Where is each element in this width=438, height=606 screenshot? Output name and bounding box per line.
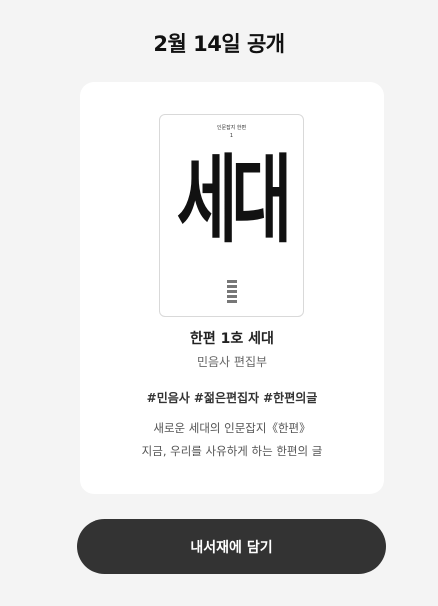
page-title: 2월 14일 공개 [153,32,285,56]
tag-item[interactable]: #한편의글 [263,391,317,405]
tag-item[interactable]: #민음사 [147,391,190,405]
description-line: 새로운 세대의 인문잡지《한편》 [153,421,311,435]
book-cover[interactable]: 인문잡지 한편 1 세대 [159,114,304,317]
cover-spine-mark [227,280,237,303]
book-card: 인문잡지 한편 1 세대 한편 1호 세대 민음사 편집부 #민음사 #젊은편집자… [80,82,384,494]
cover-issue-number: 1 [229,133,234,139]
tag-list: #민음사 #젊은편집자 #한편의글 [80,389,384,406]
tag-item[interactable]: #젊은편집자 [194,391,259,405]
add-to-library-button[interactable]: 내서재에 담기 [77,519,386,574]
book-title: 한편 1호 세대 [190,331,274,347]
description-line: 지금, 우리를 사유하게 하는 한편의 글 [141,444,323,458]
cover-title: 세대 [176,144,292,256]
cover-series-label: 인문잡지 한편 [216,125,247,131]
book-publisher: 민음사 편집부 [196,355,268,369]
